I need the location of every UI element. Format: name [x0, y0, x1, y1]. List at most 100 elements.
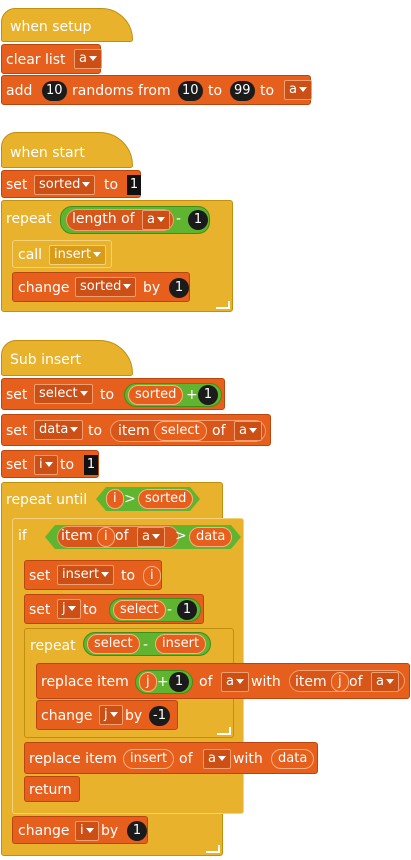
value-input[interactable]: 1 [127, 821, 147, 841]
block-label: return [29, 782, 72, 798]
value-input[interactable]: 1 [127, 175, 141, 195]
var-dropdown[interactable]: j [57, 599, 81, 619]
hat-label: Sub insert [10, 352, 82, 368]
block-label: to [260, 83, 275, 99]
operator-label: > [175, 528, 187, 544]
block-label: length of [72, 211, 135, 227]
var-dropdown[interactable]: select [34, 384, 93, 404]
block-label: randoms from [72, 83, 171, 99]
block-label: by [101, 823, 119, 839]
value-input[interactable]: -1 [149, 706, 170, 726]
block-label: change [18, 280, 70, 296]
var-dropdown[interactable]: sorted [34, 175, 96, 195]
block-label: if [18, 528, 27, 544]
to-input[interactable]: 99 [230, 81, 255, 101]
sub-insert-hat[interactable]: Sub insert [1, 340, 133, 376]
list-dropdown[interactable]: a [74, 49, 102, 69]
call-block[interactable]: call insert [12, 240, 112, 268]
value-input[interactable]: 1 [169, 278, 189, 298]
value-input[interactable]: 1 [188, 210, 208, 230]
block-label: repeat [30, 638, 76, 654]
var-reporter[interactable]: i [97, 527, 115, 547]
block-label: set [29, 568, 51, 584]
block-label: item [61, 528, 93, 544]
when-setup-hat[interactable]: when setup [1, 8, 133, 42]
list-dropdown[interactable]: a [234, 421, 262, 441]
loop-arrow-icon [216, 301, 230, 309]
var-reporter[interactable]: data [271, 749, 315, 769]
list-dropdown[interactable]: a [371, 672, 399, 692]
value-input[interactable]: 1 [177, 600, 197, 620]
var-reporter[interactable]: i [106, 489, 124, 509]
block-label: replace item [41, 674, 129, 690]
add-randoms-block[interactable]: add 10 randoms from 10 to 99 to a [1, 75, 312, 105]
var-dropdown[interactable]: sorted [75, 277, 137, 297]
block-label: of [349, 674, 363, 690]
block-label: item [118, 423, 150, 439]
var-reporter[interactable]: select [87, 634, 140, 654]
return-block[interactable]: return [24, 776, 80, 802]
change-block[interactable]: change j by -1 [36, 700, 178, 730]
var-reporter[interactable]: insert [123, 749, 175, 769]
block-label: set [6, 457, 28, 473]
var-dropdown[interactable]: i [75, 821, 99, 841]
replace-item-block[interactable]: replace item insert of a with data [24, 742, 318, 774]
list-dropdown[interactable]: a [284, 80, 312, 100]
value-input[interactable]: 1 [169, 672, 189, 692]
var-dropdown[interactable]: data [34, 420, 84, 440]
block-label: clear list [6, 52, 66, 68]
set-block[interactable]: set i to 1 [1, 450, 99, 478]
sub-dropdown[interactable]: insert [49, 245, 107, 265]
block-label: add [6, 83, 33, 99]
set-block[interactable]: set select to sorted + 1 [1, 378, 225, 410]
block-label: replace item [29, 751, 117, 767]
block-label: to [208, 83, 223, 99]
block-label: call [18, 247, 43, 263]
count-input[interactable]: 10 [42, 81, 67, 101]
set-block[interactable]: set j to select - 1 [24, 594, 204, 624]
var-reporter[interactable]: select [113, 600, 166, 620]
block-label: to [60, 457, 75, 473]
block-label: of [115, 528, 129, 544]
var-reporter[interactable]: data [189, 527, 233, 547]
block-label: with [233, 751, 263, 767]
list-dropdown[interactable]: a [137, 527, 165, 547]
var-reporter[interactable]: j [139, 672, 157, 692]
operator-label: + [157, 674, 169, 690]
hat-label: when start [10, 145, 85, 161]
change-block[interactable]: change sorted by 1 [12, 272, 190, 302]
var-reporter[interactable]: select [154, 421, 207, 441]
block-label: set [6, 423, 28, 439]
block-label: of [212, 423, 226, 439]
var-dropdown[interactable]: i [34, 455, 58, 475]
value-input[interactable]: 1 [84, 455, 98, 475]
set-block[interactable]: set insert to i [24, 560, 162, 590]
block-label: item [295, 674, 327, 690]
var-dropdown[interactable]: insert [57, 565, 115, 585]
list-dropdown[interactable]: a [203, 749, 231, 769]
var-dropdown[interactable]: j [99, 705, 123, 725]
change-block[interactable]: change i by 1 [12, 816, 148, 844]
clear-list-block[interactable]: clear list a [1, 44, 102, 74]
block-label: by [143, 280, 161, 296]
var-reporter[interactable]: i [143, 566, 161, 586]
when-start-hat[interactable]: when start [1, 132, 133, 168]
var-reporter[interactable]: sorted [138, 489, 194, 509]
value-input[interactable]: 1 [198, 385, 218, 405]
block-label: to [88, 423, 103, 439]
operator-label: - [176, 211, 182, 227]
replace-item-block[interactable]: replace item j + 1 of a with item j of a [36, 663, 410, 699]
block-label: to [121, 568, 136, 584]
var-reporter[interactable]: sorted [128, 385, 184, 405]
var-reporter[interactable]: insert [155, 634, 207, 654]
set-block[interactable]: set data to item select of a [1, 414, 271, 446]
hat-label: when setup [10, 19, 92, 35]
var-reporter[interactable]: j [331, 672, 349, 692]
from-input[interactable]: 10 [178, 81, 203, 101]
block-label: with [251, 674, 281, 690]
set-block[interactable]: set sorted to 1 [1, 170, 141, 198]
list-dropdown[interactable]: a [221, 672, 249, 692]
list-dropdown[interactable]: a [142, 210, 170, 230]
operator-label: - [143, 637, 149, 653]
block-label: change [41, 708, 93, 724]
